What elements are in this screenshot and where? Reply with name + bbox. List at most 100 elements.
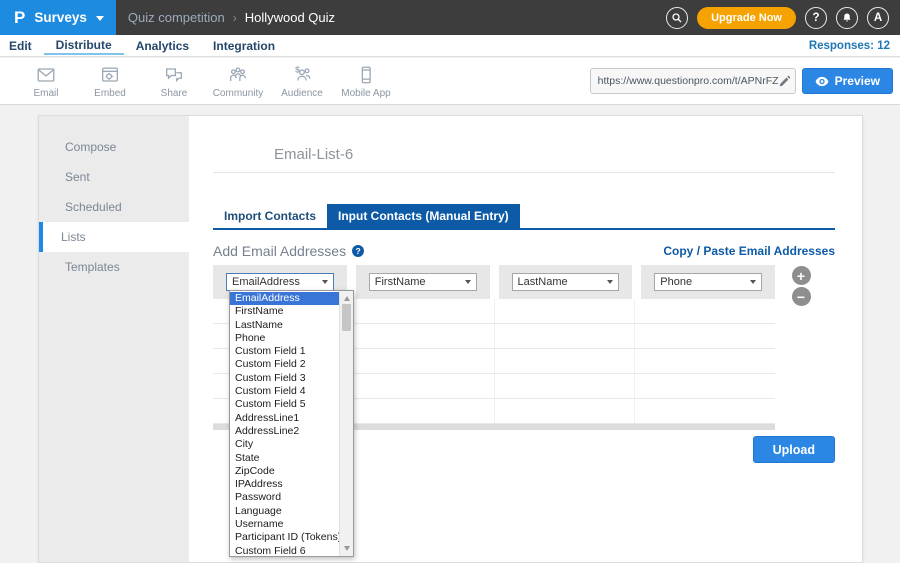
dropdown-option[interactable]: Custom Field 5 [230,398,339,411]
survey-url-field[interactable]: https://www.questionpro.com/t/APNrFZ [590,68,796,94]
add-row-button[interactable]: + [792,266,811,285]
help-button[interactable]: ? [805,7,827,29]
breadcrumb-parent[interactable]: Quiz competition [128,10,225,25]
contacts-tabs: Import Contacts Input Contacts (Manual E… [213,204,835,230]
contact-cell[interactable] [494,349,635,373]
scroll-down-icon[interactable] [344,546,350,551]
dropdown-option[interactable]: EmailAddress [230,292,339,305]
contact-cell[interactable] [634,324,775,348]
preview-label: Preview [835,74,880,88]
nav-distribute[interactable]: Distribute [44,36,124,55]
column-select-lastname[interactable]: LastName [512,273,620,291]
dropdown-option[interactable]: FirstName [230,305,339,318]
nav-integration[interactable]: Integration [201,37,287,54]
avatar[interactable]: A [867,7,889,29]
select-caret-icon [607,280,613,284]
chevron-down-icon [96,16,104,21]
column-select-firstname[interactable]: FirstName [369,273,477,291]
mobile-app-icon [355,64,377,86]
contact-cell[interactable] [634,299,775,323]
contact-cell[interactable] [634,349,775,373]
edit-pencil-icon[interactable] [778,75,791,88]
contact-cell[interactable] [494,299,635,323]
contact-cell[interactable] [353,349,494,373]
dropdown-option[interactable]: Custom Field 4 [230,385,339,398]
dropdown-option[interactable]: Custom Field 2 [230,358,339,371]
survey-nav: Edit Distribute Analytics Integration Re… [0,35,900,57]
contact-cell[interactable] [494,374,635,398]
embed-icon [99,64,121,86]
tool-community[interactable]: Community [206,64,270,99]
dropdown-option[interactable]: Username [230,518,339,531]
distribute-toolbar: Email Embed Share Community $ Audience M… [0,58,900,105]
responses-count[interactable]: Responses: 12 [809,40,900,52]
select-value: FirstName [375,276,426,288]
remove-row-button[interactable]: − [792,287,811,306]
column-select-phone[interactable]: Phone [654,273,762,291]
contact-cell[interactable] [634,374,775,398]
tool-audience[interactable]: $ Audience [270,64,334,99]
contact-cell[interactable] [494,324,635,348]
dropdown-scrollbar[interactable] [339,291,353,556]
tool-label: Mobile App [341,88,390,99]
tab-input-contacts-manual[interactable]: Input Contacts (Manual Entry) [327,204,520,228]
breadcrumb-separator: › [233,11,237,25]
section-title: Add Email Addresses [213,243,346,259]
contact-cell[interactable] [494,399,635,423]
dropdown-option[interactable]: State [230,452,339,465]
dropdown-option[interactable]: Participant ID (Tokens) [230,531,339,544]
dropdown-option[interactable]: IPAddress [230,478,339,491]
contact-cell[interactable] [353,299,494,323]
upload-button[interactable]: Upload [753,436,835,463]
dropdown-option[interactable]: City [230,438,339,451]
dropdown-option[interactable]: Custom Field 3 [230,372,339,385]
scroll-up-icon[interactable] [344,296,350,301]
sidebar-item-compose[interactable]: Compose [39,132,189,162]
dropdown-option[interactable]: Phone [230,332,339,345]
bell-icon [841,12,853,24]
contact-cell[interactable] [353,324,494,348]
preview-button[interactable]: Preview [802,68,893,94]
upgrade-now-button[interactable]: Upgrade Now [697,7,796,29]
sidebar-item-scheduled[interactable]: Scheduled [39,192,189,222]
help-circle-icon[interactable]: ? [352,245,364,257]
dropdown-option[interactable]: AddressLine2 [230,425,339,438]
select-value: Phone [660,276,692,288]
select-caret-icon [750,280,756,284]
tool-label: Embed [94,88,126,99]
dropdown-option[interactable]: ZipCode [230,465,339,478]
notifications-button[interactable] [836,7,858,29]
surveys-menu-button[interactable]: P Surveys [0,0,116,35]
dropdown-option[interactable]: Custom Field 1 [230,345,339,358]
dropdown-option[interactable]: Password [230,491,339,504]
search-icon [671,12,683,24]
top-bar: P Surveys Quiz competition › Hollywood Q… [0,0,900,35]
select-value: EmailAddress [232,276,300,288]
sidebar-item-lists[interactable]: Lists [39,222,189,252]
sidebar-item-templates[interactable]: Templates [39,252,189,282]
copy-paste-link[interactable]: Copy / Paste Email Addresses [663,244,835,258]
tool-mobile-app[interactable]: Mobile App [334,64,398,99]
dropdown-option[interactable]: Custom Field 6 [230,545,339,556]
select-value: LastName [518,276,568,288]
dropdown-option[interactable]: Language [230,505,339,518]
tab-import-contacts[interactable]: Import Contacts [213,204,327,228]
sidebar-item-sent[interactable]: Sent [39,162,189,192]
tool-label: Share [161,88,188,99]
tool-embed[interactable]: Embed [78,64,142,99]
tool-share[interactable]: Share [142,64,206,99]
search-button[interactable] [666,7,688,29]
eye-icon [815,76,829,87]
breadcrumb-current: Hollywood Quiz [245,10,335,25]
column-select-email[interactable]: EmailAddress [226,273,334,291]
contact-cell[interactable] [353,399,494,423]
nav-analytics[interactable]: Analytics [124,37,201,54]
scrollbar-thumb[interactable] [342,304,351,331]
contact-cell[interactable] [634,399,775,423]
contact-cell[interactable] [353,374,494,398]
dropdown-option[interactable]: AddressLine1 [230,412,339,425]
dropdown-option[interactable]: LastName [230,319,339,332]
tool-email[interactable]: Email [14,64,78,99]
share-icon [163,64,185,86]
nav-edit[interactable]: Edit [0,37,44,54]
